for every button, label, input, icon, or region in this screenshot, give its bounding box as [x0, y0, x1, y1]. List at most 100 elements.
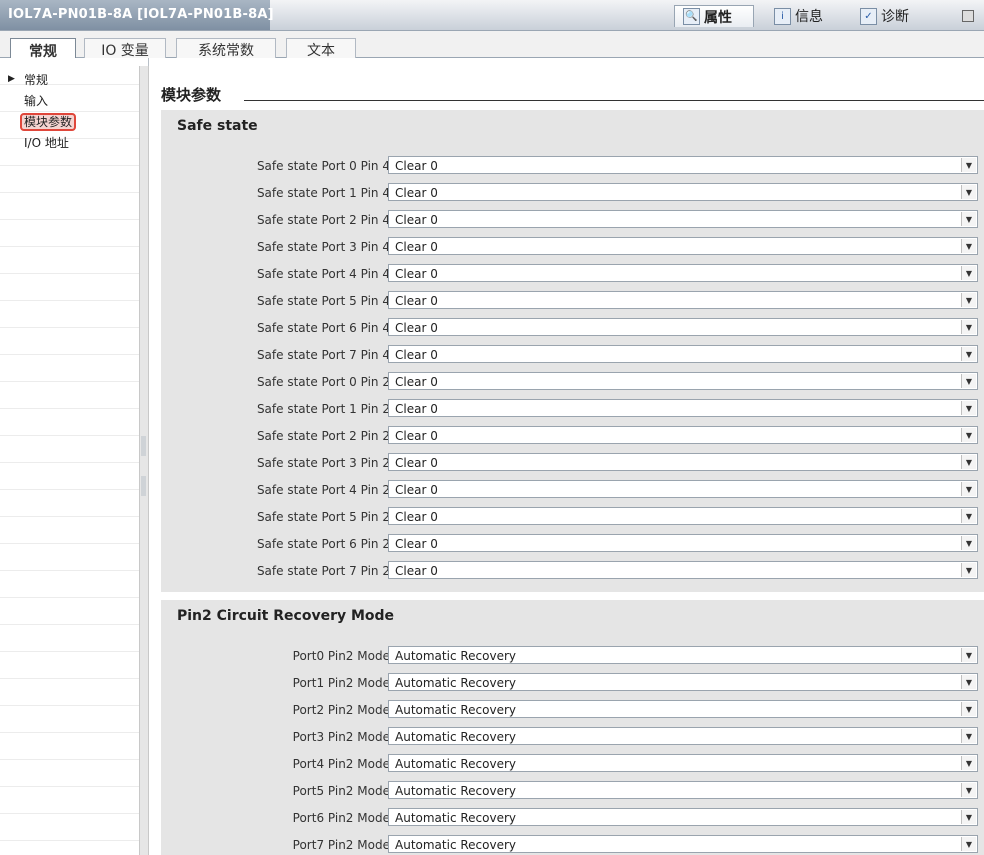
group-title: Safe state: [177, 118, 258, 134]
param-select[interactable]: Clear 0 ▼: [388, 426, 978, 444]
sidebar-splitter[interactable]: [139, 66, 149, 855]
param-select[interactable]: Clear 0 ▼: [388, 291, 978, 309]
param-row: Safe state Port 1 Pin 4: Clear 0 ▼: [161, 183, 984, 203]
chevron-down-icon[interactable]: ▼: [961, 347, 976, 361]
param-select[interactable]: Clear 0 ▼: [388, 507, 978, 525]
param-row: Safe state Port 1 Pin 2: Clear 0 ▼: [161, 399, 984, 419]
chevron-down-icon[interactable]: ▼: [961, 158, 976, 172]
param-value: Clear 0: [395, 186, 438, 200]
param-select[interactable]: Clear 0 ▼: [388, 453, 978, 471]
tab-info[interactable]: i 信息: [766, 5, 846, 27]
param-value: Clear 0: [395, 213, 438, 227]
param-row: Safe state Port 5 Pin 2: Clear 0 ▼: [161, 507, 984, 527]
chevron-down-icon[interactable]: ▼: [961, 837, 976, 851]
param-select[interactable]: Automatic Recovery ▼: [388, 808, 978, 826]
chevron-down-icon[interactable]: ▼: [961, 374, 976, 388]
param-select[interactable]: Automatic Recovery ▼: [388, 673, 978, 691]
tab-diagnostics[interactable]: ✓ 诊断: [852, 5, 942, 27]
param-value: Automatic Recovery: [395, 730, 516, 744]
chevron-down-icon[interactable]: ▼: [961, 185, 976, 199]
param-select[interactable]: Clear 0 ▼: [388, 372, 978, 390]
param-value: Automatic Recovery: [395, 757, 516, 771]
param-select[interactable]: Clear 0 ▼: [388, 345, 978, 363]
collapse-left-handle[interactable]: [141, 436, 146, 456]
sidebar-item-module-parameters[interactable]: 模块参数: [20, 113, 77, 131]
param-row: Port0 Pin2 Mode: Automatic Recovery ▼: [161, 646, 984, 666]
sidebar-item-io-address[interactable]: I/O 地址: [24, 135, 69, 151]
param-select[interactable]: Clear 0 ▼: [388, 561, 978, 579]
param-value: Clear 0: [395, 294, 438, 308]
param-select[interactable]: Clear 0 ▼: [388, 156, 978, 174]
param-row: Port5 Pin2 Mode: Automatic Recovery ▼: [161, 781, 984, 801]
param-select[interactable]: Clear 0 ▼: [388, 237, 978, 255]
param-select[interactable]: Clear 0 ▼: [388, 264, 978, 282]
param-select[interactable]: Automatic Recovery ▼: [388, 646, 978, 664]
chevron-down-icon[interactable]: ▼: [961, 482, 976, 496]
info-icon: i: [774, 7, 791, 25]
param-select[interactable]: Clear 0 ▼: [388, 318, 978, 336]
param-row: Safe state Port 5 Pin 4: Clear 0 ▼: [161, 291, 984, 311]
chevron-down-icon[interactable]: ▼: [961, 239, 976, 253]
param-row: Port7 Pin2 Mode: Automatic Recovery ▼: [161, 835, 984, 855]
chevron-down-icon[interactable]: ▼: [961, 509, 976, 523]
param-row: Safe state Port 0 Pin 2: Clear 0 ▼: [161, 372, 984, 392]
chevron-down-icon[interactable]: ▼: [961, 212, 976, 226]
chevron-down-icon[interactable]: ▼: [961, 810, 976, 824]
chevron-down-icon[interactable]: ▼: [961, 320, 976, 334]
chevron-down-icon[interactable]: ▼: [961, 756, 976, 770]
param-row: Safe state Port 2 Pin 4: Clear 0 ▼: [161, 210, 984, 230]
expand-arrow-icon[interactable]: ▶: [8, 74, 15, 84]
tab-properties[interactable]: 🔍 属性: [674, 5, 754, 27]
chevron-down-icon[interactable]: ▼: [961, 729, 976, 743]
sidebar-item-label: 模块参数: [20, 113, 77, 131]
param-select[interactable]: Automatic Recovery ▼: [388, 727, 978, 745]
magnifier-icon: 🔍: [683, 8, 700, 25]
param-row: Port1 Pin2 Mode: Automatic Recovery ▼: [161, 673, 984, 693]
param-row: Safe state Port 6 Pin 4: Clear 0 ▼: [161, 318, 984, 338]
window-title-bar: IOL7A-PN01B-8A [IOL7A-PN01B-8A] 🔍 属性 i 信…: [0, 0, 984, 31]
chevron-down-icon[interactable]: ▼: [961, 455, 976, 469]
param-value: Clear 0: [395, 429, 438, 443]
param-row: Safe state Port 3 Pin 4: Clear 0 ▼: [161, 237, 984, 257]
chevron-down-icon[interactable]: ▼: [961, 428, 976, 442]
param-select[interactable]: Clear 0 ▼: [388, 399, 978, 417]
sidebar-item-general[interactable]: 常规: [24, 72, 48, 88]
param-label: Port5 Pin2 Mode:: [292, 784, 394, 798]
param-label: Safe state Port 1 Pin 4:: [256, 186, 394, 200]
param-select[interactable]: Automatic Recovery ▼: [388, 835, 978, 853]
param-select[interactable]: Clear 0 ▼: [388, 183, 978, 201]
section-divider: [244, 100, 984, 101]
param-row: Safe state Port 3 Pin 2: Clear 0 ▼: [161, 453, 984, 473]
param-value: Clear 0: [395, 456, 438, 470]
chevron-down-icon[interactable]: ▼: [961, 536, 976, 550]
param-value: Clear 0: [395, 402, 438, 416]
chevron-down-icon[interactable]: ▼: [961, 783, 976, 797]
param-label: Port6 Pin2 Mode:: [292, 811, 394, 825]
param-select[interactable]: Automatic Recovery ▼: [388, 754, 978, 772]
param-row: Safe state Port 6 Pin 2: Clear 0 ▼: [161, 534, 984, 554]
param-row: Port3 Pin2 Mode: Automatic Recovery ▼: [161, 727, 984, 747]
param-value: Automatic Recovery: [395, 703, 516, 717]
param-select[interactable]: Automatic Recovery ▼: [388, 781, 978, 799]
chevron-down-icon[interactable]: ▼: [961, 702, 976, 716]
sidebar-item-input[interactable]: 输入: [24, 93, 48, 109]
param-label: Safe state Port 4 Pin 4:: [256, 267, 394, 281]
chevron-down-icon[interactable]: ▼: [961, 675, 976, 689]
chevron-down-icon[interactable]: ▼: [961, 648, 976, 662]
param-select[interactable]: Clear 0 ▼: [388, 534, 978, 552]
param-select[interactable]: Automatic Recovery ▼: [388, 700, 978, 718]
param-value: Clear 0: [395, 240, 438, 254]
param-select[interactable]: Clear 0 ▼: [388, 480, 978, 498]
param-value: Clear 0: [395, 267, 438, 281]
chevron-down-icon[interactable]: ▼: [961, 401, 976, 415]
param-select[interactable]: Clear 0 ▼: [388, 210, 978, 228]
expand-right-handle[interactable]: [141, 476, 146, 496]
chevron-down-icon[interactable]: ▼: [961, 563, 976, 577]
param-row: Safe state Port 0 Pin 4: Clear 0 ▼: [161, 156, 984, 176]
param-label: Safe state Port 2 Pin 2:: [256, 429, 394, 443]
safe-state-group: Safe state Safe state Port 0 Pin 4: Clea…: [161, 110, 984, 592]
chevron-down-icon[interactable]: ▼: [961, 266, 976, 280]
window-menu-icon[interactable]: [962, 10, 974, 22]
param-label: Port7 Pin2 Mode:: [292, 838, 394, 852]
chevron-down-icon[interactable]: ▼: [961, 293, 976, 307]
